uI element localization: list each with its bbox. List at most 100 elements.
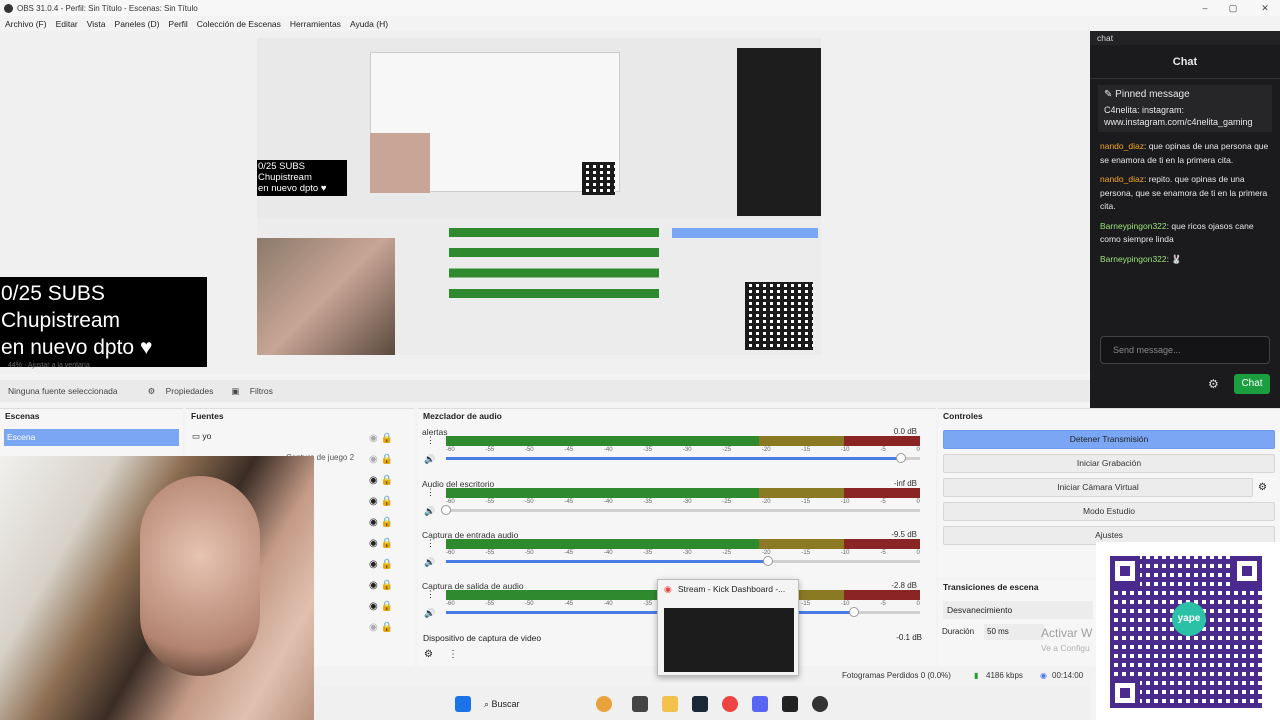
discord-icon[interactable] [752,696,768,712]
transition-select[interactable]: Desvanecimiento [943,601,1093,619]
visibility-eye-icon[interactable]: ◉ 🔒 [369,475,409,491]
popup-thumbnail[interactable] [664,608,794,672]
visibility-eye-icon[interactable]: ◉ 🔒 [369,496,409,512]
visibility-eye-icon[interactable]: ◉ 🔒 [369,580,409,596]
volume-fill [446,457,902,460]
scale-tick-label: -10 [840,499,850,505]
visibility-eye-icon[interactable]: ◉ 🔒 [369,433,409,449]
track-menu-icon[interactable]: ⋮ [426,538,435,549]
menu-tools[interactable]: Herramientas [290,19,341,29]
start-recording-button[interactable]: Iniciar Grabación [943,454,1275,473]
virtual-camera-button[interactable]: Iniciar Cámara Virtual [943,478,1253,497]
task-view-icon[interactable] [632,696,648,712]
chat-settings-gear-icon[interactable]: ⚙ [1208,377,1219,391]
virtual-camera-gear-icon[interactable]: ⚙ [1258,482,1267,493]
filters-button[interactable]: ▣ Filtros [231,386,273,397]
obs-icon [4,3,13,13]
scale-tick-label: -5 [880,447,886,453]
track-menu-icon[interactable]: ⋮ [426,589,435,600]
live-icon: ◉ [1040,671,1047,680]
source-item[interactable]: ▭ yo [192,431,211,442]
scale-tick-label: -25 [722,447,732,453]
chrome-icon[interactable] [722,696,738,712]
taskbar-search-label: Buscar [491,699,520,709]
windows-start-icon[interactable] [455,696,471,712]
duration-input[interactable]: 50 ms [984,624,1044,640]
chat-user[interactable]: nando_diaz [1100,141,1144,151]
scale-tick-label: -30 [682,550,692,556]
volume-slider[interactable] [441,505,920,515]
scale-tick-label: -15 [801,447,811,453]
visibility-eye-icon[interactable]: ◉ 🔒 [369,454,409,470]
scale-tick-label: -30 [682,447,692,453]
qr-finder [1110,556,1140,586]
speaker-icon[interactable]: 🔊 [424,454,435,465]
scale-tick-label: -35 [643,601,653,607]
visibility-eye-icon[interactable]: ◉ 🔒 [369,538,409,554]
volume-slider[interactable] [446,556,920,566]
chat-send-button[interactable]: Chat [1234,374,1270,394]
track-menu-icon[interactable]: ⋮ [426,435,435,446]
transitions-title: Transiciones de escena [943,582,1039,592]
stop-stream-button[interactable]: Detener Transmisión [943,430,1275,449]
mixer-menu-icon[interactable]: ⋮ [448,649,458,660]
volume-knob[interactable] [441,505,451,515]
visibility-eye-icon[interactable]: ◉ 🔒 [369,622,409,638]
close-button[interactable]: ✕ [1250,0,1280,16]
visibility-eye-icon[interactable]: ◉ 🔒 [369,559,409,575]
menu-view[interactable]: Vista [87,19,106,29]
pin-icon: ✎ [1104,89,1116,100]
taskbar-preview-popup[interactable]: Stream - Kick Dashboard -... ◉ [657,579,799,676]
menu-edit[interactable]: Editar [56,19,78,29]
visibility-eye-icon[interactable]: ◉ 🔒 [369,601,409,617]
mixer-settings-gear-icon[interactable]: ⚙ [424,649,433,660]
app-icon[interactable] [812,696,828,712]
nested-overlay-line2: Chupistream [258,172,312,183]
chat-title: Chat [1090,45,1280,79]
volume-knob[interactable] [848,607,859,617]
controls-title: Controles [943,411,983,421]
scale-tick-label: -45 [564,447,574,453]
chat-user[interactable]: Barneypingon322 [1100,221,1167,231]
maximize-button[interactable]: ▢ [1218,0,1248,16]
preview-zoom-status: 44% · Ajustar a la ventana [8,362,90,369]
menu-help[interactable]: Ayuda (H) [350,19,388,29]
scale-tick-label: -45 [564,601,574,607]
scene-item[interactable]: Escena [4,429,179,446]
speaker-icon[interactable]: 🔊 [424,608,435,619]
menu-docks[interactable]: Paneles (D) [115,19,160,29]
nested-webcam [257,238,395,355]
track-menu-icon[interactable]: ⋮ [426,487,435,498]
scale-tick-label: 0 [916,601,920,607]
speaker-icon[interactable]: 🔊 [424,506,435,517]
minimize-button[interactable]: – [1190,0,1220,16]
track-db: -0.1 dB [896,633,922,642]
volume-knob[interactable] [763,556,774,566]
file-explorer-icon[interactable] [662,696,678,712]
chat-input[interactable]: Send message... [1100,336,1270,364]
subs-overlay: 0/25 SUBS Chupistream en nuevo dpto ♥ [0,277,207,367]
studio-mode-button[interactable]: Modo Estudio [943,502,1275,521]
scale-tick-label: -55 [485,601,495,607]
pinned-text: C4nelita: instagram: www.instagram.com/c… [1104,105,1253,127]
mixer-title: Mezclador de audio [423,411,502,421]
chat-user[interactable]: Barneypingon322 [1100,254,1167,264]
menu-scene-collection[interactable]: Colección de Escenas [197,19,281,29]
window-title: OBS 31.0.4 - Perfil: Sin Título - Escena… [17,3,198,13]
menu-file[interactable]: Archivo (F) [5,19,47,29]
properties-button[interactable]: ⚙ Propiedades [148,386,214,397]
obs-taskbar-icon[interactable] [782,696,798,712]
speaker-icon[interactable]: 🔊 [424,557,435,568]
menu-profile[interactable]: Perfil [168,19,187,29]
meter-scale: -60-55-50-45-40-35-30-25-20-15-10-50 [446,499,920,505]
qr-finder [1232,556,1262,586]
visibility-eye-icon[interactable]: ◉ 🔒 [369,517,409,533]
widget-icon[interactable] [596,696,612,712]
scale-tick-label: -40 [603,550,613,556]
volume-knob[interactable] [896,453,907,463]
chat-user[interactable]: nando_diaz [1100,174,1144,184]
yape-logo-icon: yape [1172,602,1206,636]
scale-tick-label: -40 [603,601,613,607]
steam-icon[interactable] [692,696,708,712]
volume-slider[interactable] [446,453,920,463]
